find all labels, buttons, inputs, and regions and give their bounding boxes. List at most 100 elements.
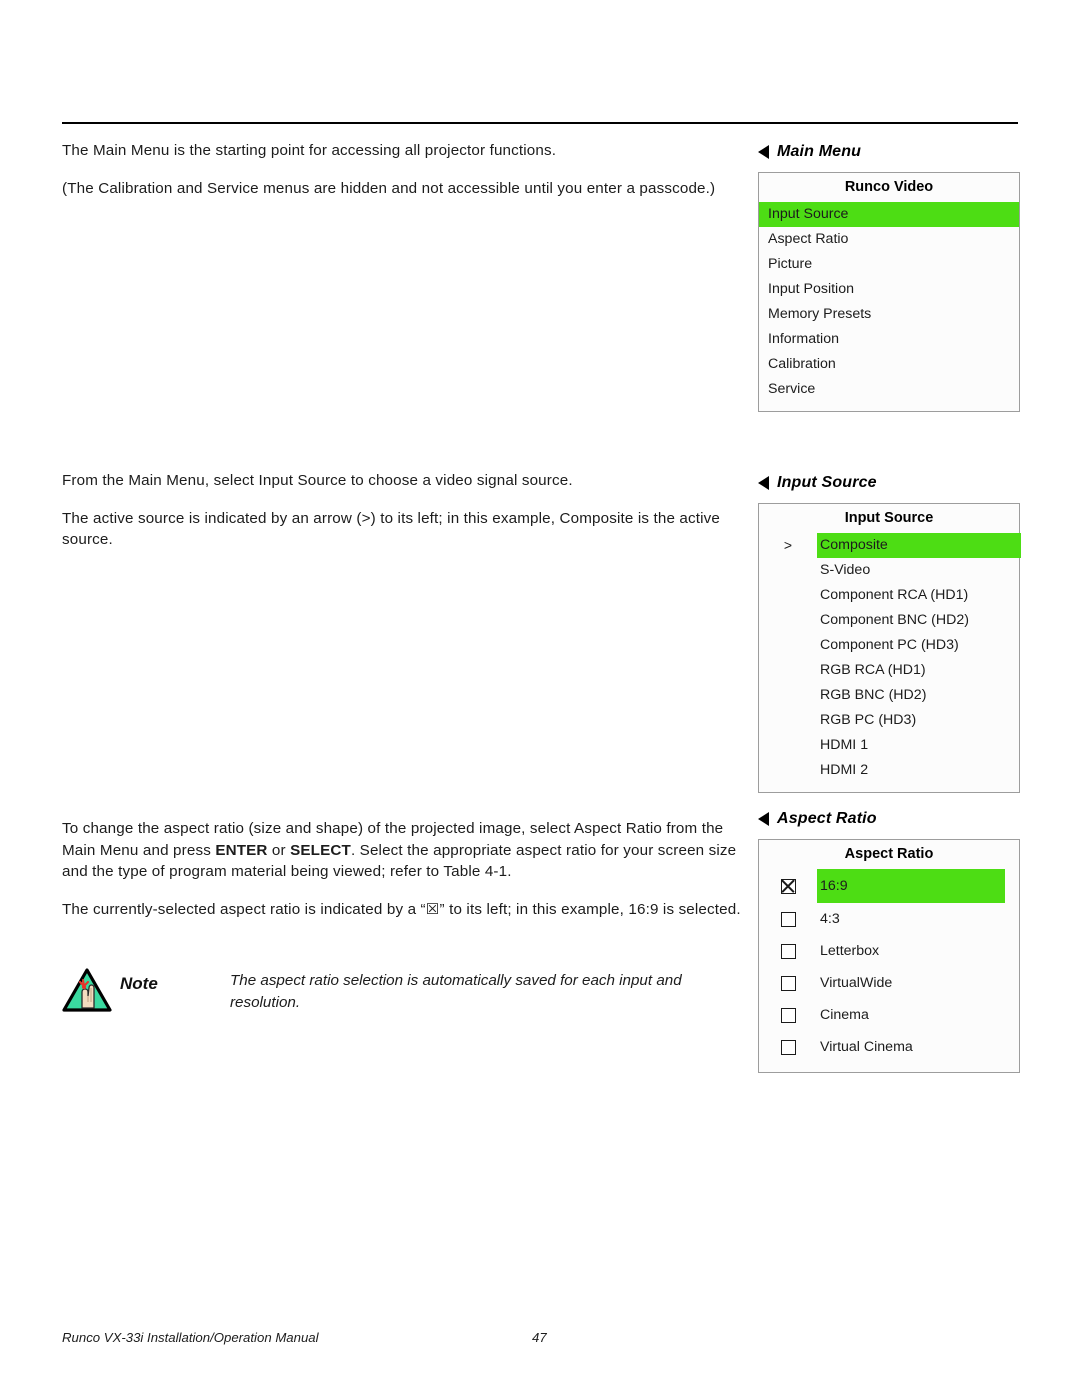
source-marker — [759, 558, 817, 583]
aspect-item-letterbox[interactable]: Letterbox — [759, 935, 1019, 967]
osd-heading-label: Main Menu — [777, 143, 862, 160]
menu-item-list: Input Source Aspect Ratio Picture Input … — [759, 202, 1019, 411]
checkbox-icon[interactable] — [780, 911, 796, 927]
menu-item-label: Information — [768, 331, 839, 347]
key-enter-label: ENTER — [215, 841, 268, 859]
menu-item-picture[interactable]: Picture — [759, 252, 1019, 277]
menu-panel-title: Runco Video — [759, 173, 1019, 202]
source-item-label: Component PC (HD3) — [820, 637, 959, 653]
menu-panel: Aspect Ratio 16:9 4:3 Letterbox VirtualW… — [758, 839, 1020, 1073]
aspect-item-cinema[interactable]: Cinema — [759, 999, 1019, 1031]
source-item-label: Component BNC (HD2) — [820, 612, 970, 628]
text-block-main-menu: The Main Menu is the starting point for … — [62, 140, 752, 215]
osd-heading-label: Aspect Ratio — [777, 810, 877, 827]
source-marker — [759, 758, 817, 783]
note-text: The aspect ratio selection is automatica… — [230, 972, 682, 1011]
checkbox-icon[interactable] — [780, 1039, 796, 1055]
aspect-item-virtual-cinema[interactable]: Virtual Cinema — [759, 1031, 1019, 1063]
source-item-label: Composite — [817, 533, 1021, 558]
source-marker — [759, 683, 817, 708]
menu-panel-title: Aspect Ratio — [759, 840, 1019, 869]
source-item-label: RGB RCA (HD1) — [820, 662, 926, 678]
source-item-label: Component RCA (HD1) — [820, 587, 969, 603]
source-item-component-bnc-hd2[interactable]: Component BNC (HD2) — [759, 608, 1019, 633]
checkbox-cell — [759, 903, 817, 935]
checkbox-cell — [759, 935, 817, 967]
reminder-triangle-icon — [62, 968, 112, 1012]
menu-item-service[interactable]: Service — [759, 377, 1019, 402]
paragraph: To change the aspect ratio (size and sha… — [62, 818, 752, 883]
aspect-item-4-3[interactable]: 4:3 — [759, 903, 1019, 935]
menu-panel: Runco Video Input Source Aspect Ratio Pi… — [758, 172, 1020, 412]
checkbox-icon[interactable] — [780, 975, 796, 991]
source-item-s-video[interactable]: S-Video — [759, 558, 1019, 583]
checkbox-icon[interactable] — [780, 1007, 796, 1023]
menu-panel: Input Source > Composite S-Video Componen… — [758, 503, 1021, 793]
menu-item-information[interactable]: Information — [759, 327, 1019, 352]
source-item-component-rca-hd1[interactable]: Component RCA (HD1) — [759, 583, 1019, 608]
source-item-label: RGB BNC (HD2) — [820, 687, 927, 703]
checkbox-cell — [759, 869, 817, 903]
osd-main-menu: Main Menu Runco Video Input Source Aspec… — [758, 143, 1020, 412]
menu-item-label: Aspect Ratio — [768, 231, 849, 247]
paragraph: The Main Menu is the starting point for … — [62, 142, 557, 159]
source-item-rgb-pc-hd3[interactable]: RGB PC (HD3) — [759, 708, 1019, 733]
triangle-left-icon — [758, 812, 769, 826]
checkbox-checked-icon[interactable] — [780, 878, 796, 894]
menu-item-aspect-ratio[interactable]: Aspect Ratio — [759, 227, 1019, 252]
source-marker — [759, 658, 817, 683]
source-item-label: HDMI 2 — [820, 762, 869, 778]
osd-aspect-ratio: Aspect Ratio Aspect Ratio 16:9 4:3 Lette… — [758, 810, 1020, 1073]
source-item-hdmi-1[interactable]: HDMI 1 — [759, 733, 1019, 758]
menu-item-label: Service — [768, 381, 816, 397]
source-item-label: HDMI 1 — [820, 737, 869, 753]
source-item-hdmi-2[interactable]: HDMI 2 — [759, 758, 1019, 783]
note-callout: Note The aspect ratio selection is autom… — [62, 962, 752, 1017]
source-marker — [759, 583, 817, 608]
checkbox-cell — [759, 967, 817, 999]
paragraph: The currently-selected aspect ratio is i… — [62, 900, 741, 918]
source-item-label: S-Video — [820, 562, 871, 578]
menu-item-label: Picture — [768, 256, 813, 272]
source-item-rgb-bnc-hd2[interactable]: RGB BNC (HD2) — [759, 683, 1019, 708]
triangle-left-icon — [758, 145, 769, 159]
menu-item-calibration[interactable]: Calibration — [759, 352, 1019, 377]
triangle-left-icon — [758, 476, 769, 490]
note-label: Note — [120, 974, 158, 993]
menu-item-memory-presets[interactable]: Memory Presets — [759, 302, 1019, 327]
checkbox-icon[interactable] — [780, 943, 796, 959]
aspect-item-label: 4:3 — [820, 911, 840, 927]
text-block-aspect-ratio: To change the aspect ratio (size and sha… — [62, 818, 752, 936]
menu-item-label: Input Position — [768, 281, 854, 297]
menu-item-input-source[interactable]: Input Source — [759, 202, 1019, 227]
source-item-rgb-rca-hd1[interactable]: RGB RCA (HD1) — [759, 658, 1019, 683]
osd-heading-aspect-ratio: Aspect Ratio — [758, 810, 1020, 828]
osd-heading-input-source: Input Source — [758, 474, 1020, 492]
aspect-item-label: Cinema — [820, 1007, 869, 1023]
aspect-item-label: Virtual Cinema — [820, 1039, 913, 1055]
source-item-composite[interactable]: > Composite — [759, 533, 1021, 558]
menu-item-list: > Composite S-Video Component RCA (HD1) C… — [759, 533, 1021, 792]
footer-manual-title: Runco VX-33i Installation/Operation Manu… — [62, 1330, 319, 1345]
source-item-component-pc-hd3[interactable]: Component PC (HD3) — [759, 633, 1019, 658]
footer-page-number: 47 — [532, 1330, 547, 1345]
note-icon — [62, 962, 120, 1017]
source-marker — [759, 608, 817, 633]
checkbox-cell — [759, 999, 817, 1031]
active-source-arrow-icon: > — [783, 537, 793, 553]
aspect-item-16-9[interactable]: 16:9 — [759, 869, 1019, 903]
text-block-input-source: From the Main Menu, select Input Source … — [62, 470, 752, 567]
menu-item-list: 16:9 4:3 Letterbox VirtualWide Cinema Vi… — [759, 869, 1019, 1072]
paragraph: The active source is indicated by an arr… — [62, 509, 720, 549]
source-marker — [759, 733, 817, 758]
aspect-item-virtualwide[interactable]: VirtualWide — [759, 967, 1019, 999]
menu-item-label: Memory Presets — [768, 306, 872, 322]
menu-item-label: Input Source — [768, 206, 849, 222]
page-footer: Runco VX-33i Installation/Operation Manu… — [62, 1330, 1018, 1345]
menu-panel-title: Input Source — [759, 504, 1019, 533]
source-marker — [759, 708, 817, 733]
source-item-label: RGB PC (HD3) — [820, 712, 917, 728]
aspect-item-label: VirtualWide — [820, 975, 893, 991]
key-select-label: SELECT — [290, 841, 351, 859]
menu-item-input-position[interactable]: Input Position — [759, 277, 1019, 302]
